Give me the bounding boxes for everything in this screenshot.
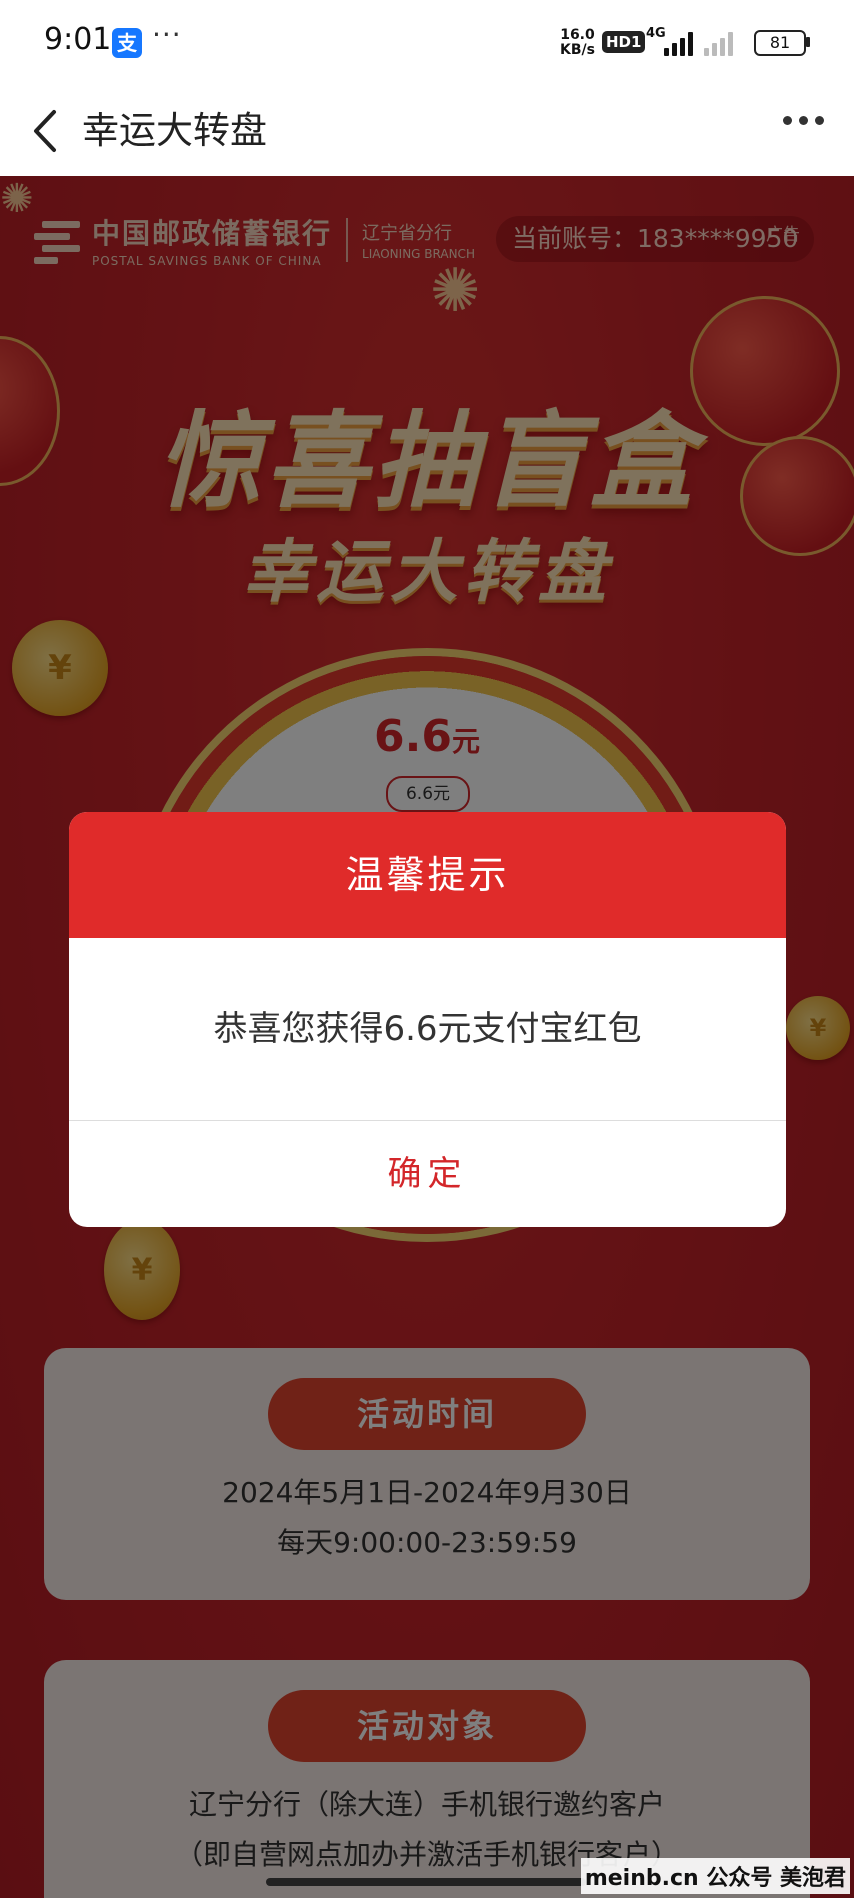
network-speed: 16.0 KB/s <box>560 28 595 58</box>
home-indicator[interactable] <box>266 1878 586 1886</box>
hd-badge: HD1 <box>602 31 646 53</box>
signal-strong-icon <box>664 30 693 56</box>
watermark: meinb.cn 公众号 美泡君 <box>580 1858 850 1894</box>
more-options-icon[interactable] <box>783 116 824 125</box>
back-arrow-icon[interactable] <box>26 106 66 156</box>
nav-bar: 幸运大转盘 <box>0 86 854 176</box>
notification-more-icon: ··· <box>152 18 182 51</box>
confirm-button[interactable]: 确定 <box>69 1121 786 1227</box>
network-speed-unit: KB/s <box>560 42 595 58</box>
network-type-label: 4G <box>646 26 666 41</box>
battery-icon: 81 <box>754 30 806 56</box>
battery-tip <box>806 37 810 47</box>
alipay-icon: 支 <box>112 28 142 58</box>
prize-dialog: 温馨提示 恭喜您获得6.6元支付宝红包 确定 <box>69 812 786 1227</box>
dialog-message: 恭喜您获得6.6元支付宝红包 <box>213 1009 642 1049</box>
network-speed-value: 16.0 <box>560 27 595 43</box>
status-time: 9:01 <box>44 22 112 57</box>
signal-weak-icon <box>704 30 733 56</box>
page-title: 幸运大转盘 <box>82 109 267 152</box>
dialog-title: 温馨提示 <box>69 812 786 938</box>
status-bar: 9:01 支 ··· 16.0 KB/s HD1 4G 81 <box>0 0 854 86</box>
